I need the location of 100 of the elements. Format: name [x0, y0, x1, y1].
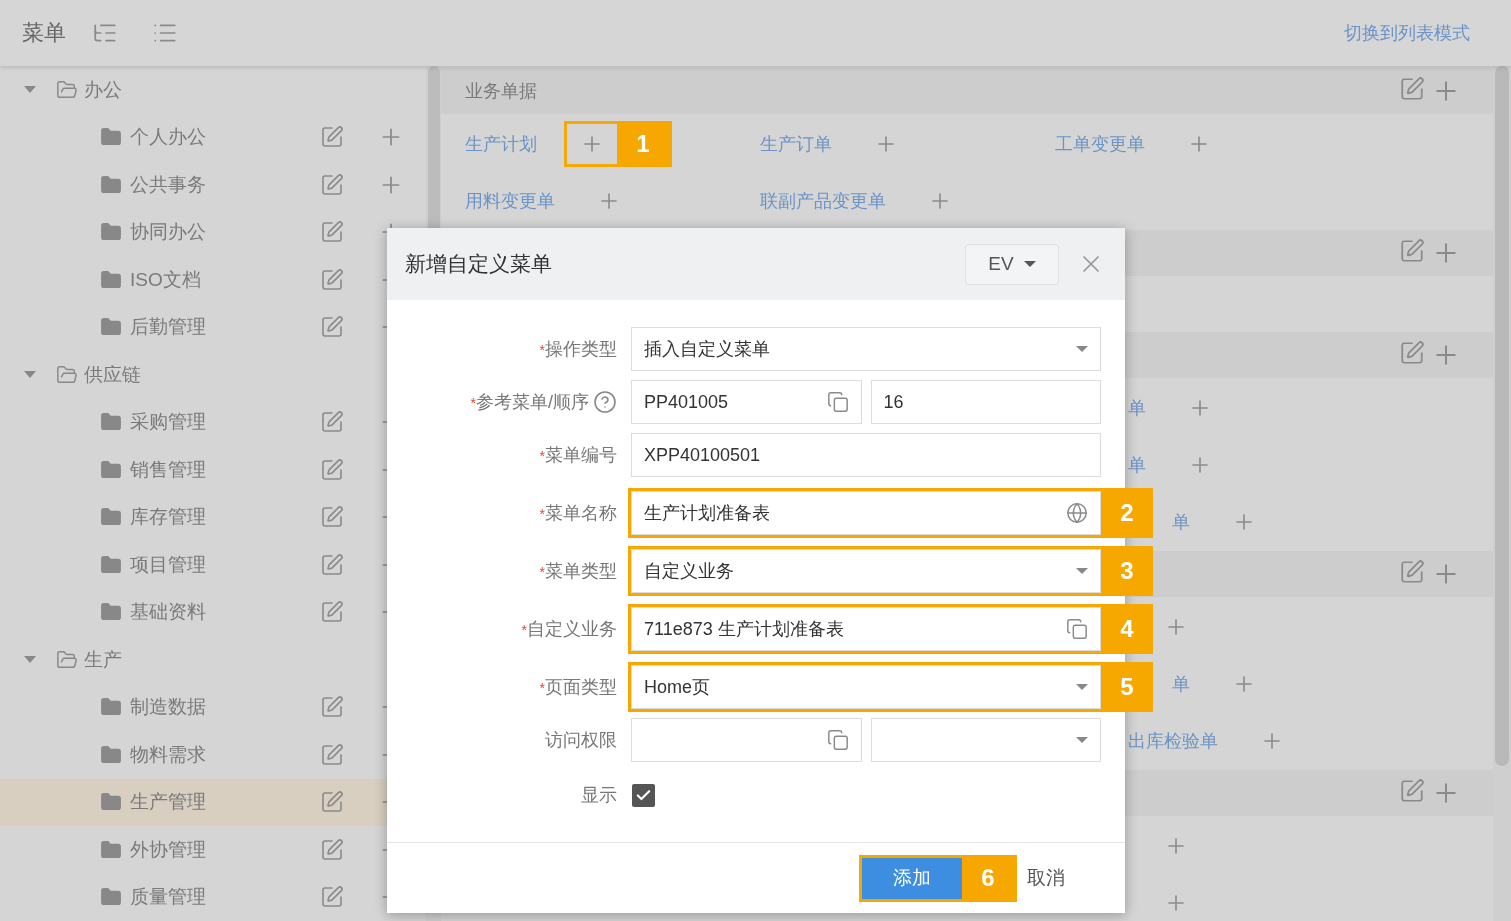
- dialog-title: 新增自定义菜单: [405, 251, 552, 277]
- section-title: 业务单据: [465, 80, 537, 103]
- tree-label: 采购管理: [130, 410, 206, 435]
- input-field[interactable]: 711e873 生产计划准备表: [631, 607, 1101, 651]
- field-label: *页面类型: [539, 676, 617, 699]
- edit-icon[interactable]: [320, 790, 344, 815]
- edit-icon[interactable]: [320, 220, 344, 245]
- caret-icon: [1076, 345, 1088, 353]
- caret-icon[interactable]: [24, 85, 36, 94]
- edit-icon[interactable]: [1399, 340, 1425, 366]
- tree-label: 生产: [84, 647, 122, 672]
- menu-link[interactable]: 生产订单: [760, 131, 832, 156]
- input-field[interactable]: [631, 718, 862, 762]
- menu-link[interactable]: 用料变更单: [465, 188, 555, 213]
- menu-link[interactable]: 联副产品变更单: [760, 188, 886, 213]
- caret-icon: [1076, 683, 1088, 691]
- cancel-button[interactable]: 取消: [1025, 857, 1067, 899]
- field-label: *菜单类型: [539, 560, 617, 583]
- menu-link[interactable]: 生产计划: [465, 131, 537, 156]
- tree-label: 生产管理: [130, 790, 206, 815]
- menu-link[interactable]: 单: [1128, 452, 1146, 477]
- folder-icon: [100, 173, 122, 196]
- edit-icon[interactable]: [1399, 778, 1425, 804]
- edit-icon[interactable]: [1399, 76, 1425, 102]
- input-field[interactable]: XPP40100501: [631, 433, 1101, 477]
- folder-icon: [100, 553, 122, 576]
- select-field[interactable]: Home页: [631, 665, 1101, 709]
- callout-badge: 3: [1101, 546, 1153, 596]
- tree-label: 物料需求: [130, 742, 206, 767]
- tree-label: 个人办公: [130, 125, 206, 150]
- scrollbar[interactable]: [1493, 66, 1511, 921]
- globe-icon[interactable]: [1066, 502, 1088, 524]
- help-icon: [593, 390, 617, 414]
- menu-link[interactable]: 单: [1128, 395, 1146, 420]
- field-label: *菜单名称: [539, 502, 617, 525]
- folder-open-icon: [56, 78, 78, 101]
- caret-icon: [1023, 260, 1036, 268]
- edit-icon[interactable]: [320, 505, 344, 530]
- menu-link[interactable]: 出库检验单: [1128, 728, 1218, 753]
- field-label: *自定义业务: [521, 618, 617, 641]
- language-dropdown[interactable]: EV: [965, 243, 1059, 285]
- tree-label: 办公: [84, 77, 122, 102]
- edit-icon[interactable]: [320, 837, 344, 862]
- field-label: *参考菜单/顺序: [470, 390, 617, 414]
- caret-icon[interactable]: [24, 655, 36, 664]
- edit-icon[interactable]: [320, 457, 344, 482]
- edit-icon[interactable]: [1399, 238, 1425, 264]
- select-field[interactable]: 自定义业务: [631, 549, 1101, 593]
- menu-link[interactable]: 单: [1172, 509, 1190, 534]
- copy-icon[interactable]: [826, 391, 849, 413]
- callout-badge: 6: [962, 857, 1014, 899]
- edit-icon[interactable]: [320, 695, 344, 720]
- input-field[interactable]: PP401005: [631, 380, 862, 424]
- edit-icon[interactable]: [320, 315, 344, 340]
- tree-label: 后勤管理: [130, 315, 206, 340]
- edit-icon[interactable]: [320, 125, 344, 150]
- edit-icon[interactable]: [320, 885, 344, 910]
- folder-icon: [100, 268, 122, 291]
- copy-icon[interactable]: [826, 729, 849, 751]
- tree-label: 库存管理: [130, 505, 206, 530]
- callout-badge: 4: [1101, 604, 1153, 654]
- checkbox[interactable]: [632, 783, 655, 807]
- field-label: *菜单编号: [539, 444, 617, 467]
- edit-icon[interactable]: [320, 552, 344, 577]
- caret-icon: [1076, 567, 1088, 575]
- edit-icon[interactable]: [320, 172, 344, 197]
- copy-icon[interactable]: [1066, 618, 1088, 640]
- tree-label: 协同办公: [130, 220, 206, 245]
- field-label: 访问权限: [545, 729, 617, 752]
- tree-label: 制造数据: [130, 695, 206, 720]
- switch-mode-link[interactable]: 切换到列表模式: [1344, 21, 1470, 45]
- select-field[interactable]: 插入自定义菜单: [631, 327, 1101, 371]
- tree-label: 质量管理: [130, 885, 206, 910]
- tree-label: ISO文档: [130, 267, 201, 292]
- tree-label: 外协管理: [130, 837, 206, 862]
- edit-icon[interactable]: [320, 410, 344, 435]
- input-field[interactable]: 生产计划准备表: [631, 491, 1101, 535]
- input-field[interactable]: 16: [870, 380, 1101, 424]
- edit-icon[interactable]: [320, 600, 344, 625]
- menu-link[interactable]: 单: [1172, 671, 1190, 696]
- folder-icon: [100, 838, 122, 861]
- add-button[interactable]: 添加: [862, 857, 962, 899]
- tree-label: 销售管理: [130, 457, 206, 482]
- tree-label: 供应链: [84, 362, 141, 387]
- folder-icon: [100, 458, 122, 481]
- folder-open-icon: [56, 648, 78, 671]
- menu-link[interactable]: 工单变更单: [1055, 131, 1145, 156]
- caret-icon[interactable]: [24, 370, 36, 379]
- edit-icon[interactable]: [320, 742, 344, 767]
- edit-icon[interactable]: [1399, 559, 1425, 585]
- tree-label: 公共事务: [130, 172, 206, 197]
- callout-badge: 2: [1101, 488, 1153, 538]
- folder-icon: [100, 743, 122, 766]
- menu-title: 菜单: [22, 19, 66, 47]
- folder-open-icon: [56, 363, 78, 386]
- caret-icon: [1076, 736, 1088, 744]
- field-label: *操作类型: [539, 338, 617, 361]
- select-field[interactable]: [870, 718, 1101, 762]
- edit-icon[interactable]: [320, 267, 344, 292]
- callout-badge: 1: [617, 123, 669, 164]
